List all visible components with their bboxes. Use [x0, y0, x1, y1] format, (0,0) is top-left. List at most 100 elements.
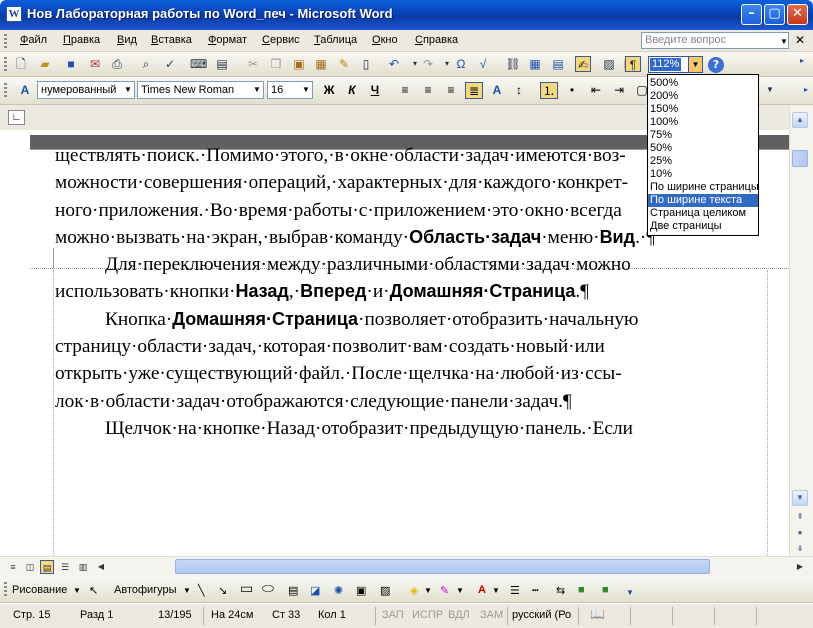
symbol-omega-icon[interactable]: Ω [453, 56, 469, 72]
word-app-icon[interactable]: W [6, 6, 22, 22]
decrease-indent-icon[interactable]: ⇤ [587, 82, 605, 99]
horizontal-scroll-thumb[interactable] [175, 559, 710, 574]
menu-view[interactable]: Вид [117, 34, 137, 46]
permission-icon[interactable]: ✉ [87, 56, 103, 72]
formatting-toolbar-grip[interactable] [4, 83, 7, 99]
zoom-value[interactable]: 112% [650, 58, 682, 71]
select-browse-object-icon[interactable]: ● [792, 526, 808, 542]
show-hide-pilcrow-icon[interactable]: ¶ [625, 56, 641, 72]
spelling-icon[interactable]: ✓ [162, 56, 178, 72]
menu-tools[interactable]: Сервис [262, 34, 300, 46]
font-color-arrow-icon[interactable]: ▼ [492, 586, 500, 595]
wordart-icon[interactable]: ◪ [310, 584, 320, 597]
maximize-button[interactable]: ▢ [764, 4, 785, 25]
text-box-icon[interactable]: ▤ [288, 584, 298, 597]
ask-dropdown-icon[interactable]: ▼ [780, 37, 788, 46]
font-size-dropdown-icon[interactable]: ▼ [300, 82, 312, 98]
close-button[interactable]: ✕ [787, 4, 808, 25]
font-size-combo[interactable]: 16 ▼ [267, 81, 313, 99]
rectangle-icon[interactable]: ▭ [240, 580, 253, 597]
vertical-scroll-thumb[interactable] [792, 150, 808, 167]
zoom-option[interactable]: По ширине страницы [648, 181, 759, 194]
tab-selector-icon[interactable]: ∟ [8, 110, 25, 125]
save-icon[interactable]: ■ [63, 56, 79, 72]
align-left-icon[interactable]: ≡ [396, 82, 414, 99]
zoom-option[interactable]: 10% [648, 168, 758, 181]
copy-icon[interactable]: ❐ [268, 56, 284, 72]
hyperlink-icon[interactable]: ⛓ [505, 56, 521, 72]
text-line[interactable]: Щелчок·на·кнопке·Назад·отобразит·предыду… [55, 415, 773, 442]
format-painter-icon[interactable]: ✎ [336, 56, 352, 72]
vertical-scrollbar[interactable] [789, 105, 813, 556]
line-color-arrow-icon[interactable]: ▼ [456, 586, 464, 595]
shapes-icon[interactable]: ▯ [358, 56, 374, 72]
spelling-status-icon[interactable]: 📖 [590, 607, 605, 621]
zoom-option[interactable]: 500% [648, 77, 758, 90]
diagram-icon[interactable]: ✺ [334, 584, 343, 597]
font-color-icon[interactable]: A [478, 584, 486, 596]
line-icon[interactable]: ╲ [198, 584, 205, 597]
line-color-icon[interactable]: ✎ [440, 584, 449, 597]
style-combo[interactable]: нумерованный ▼ [37, 81, 135, 99]
menu-edit[interactable]: Правка [63, 34, 100, 46]
styles-formatting-icon[interactable]: A [17, 82, 33, 98]
drawing-options-icon[interactable]: ▼ [626, 588, 634, 597]
fill-color-arrow-icon[interactable]: ▼ [424, 586, 432, 595]
research-icon[interactable]: ⌨ [190, 56, 207, 72]
scroll-up-icon[interactable]: ▲ [792, 112, 808, 128]
normal-view-icon[interactable]: ≡ [6, 560, 20, 574]
text-line[interactable]: использовать·кнопки·Назад,·Вперед·и·Дома… [55, 278, 773, 305]
menu-insert[interactable]: Вставка [151, 34, 192, 46]
zoom-dropdown-arrow-icon[interactable]: ▼ [688, 57, 702, 72]
outline-view-icon[interactable]: ☰ [58, 560, 72, 574]
increase-indent-icon[interactable]: ⇥ [610, 82, 628, 99]
zoom-option[interactable]: 200% [648, 90, 758, 103]
ask-question-input[interactable]: Введите вопрос [641, 32, 789, 49]
standard-toolbar-grip[interactable] [4, 57, 7, 72]
line-style-icon[interactable]: ☰ [510, 584, 520, 597]
menu-help[interactable]: Справка [415, 34, 458, 46]
close-document-button[interactable]: ✕ [795, 33, 805, 47]
zoom-option[interactable]: Две страницы [648, 220, 758, 233]
drawing-menu[interactable]: Рисование [12, 584, 67, 596]
text-line[interactable]: Кнопка·Домашняя·Страница·позволяет·отобр… [55, 306, 773, 333]
help-icon[interactable]: ? [708, 57, 724, 73]
menu-format[interactable]: Формат [208, 34, 247, 46]
menu-table[interactable]: Таблица [314, 34, 357, 46]
distributed-icon[interactable]: A [488, 82, 506, 99]
zoom-option[interactable]: 150% [648, 103, 758, 116]
scroll-left-icon[interactable]: ◀ [94, 560, 108, 574]
document-map-icon[interactable]: ▨ [601, 56, 617, 72]
print-layout-icon[interactable]: ▤ [40, 560, 54, 574]
zoom-option[interactable]: 50% [648, 142, 758, 155]
text-line[interactable]: Для·переключения·между·различными·област… [55, 251, 773, 278]
web-view-icon[interactable]: ◫ [23, 560, 37, 574]
justify-icon[interactable]: ≣ [465, 82, 483, 99]
align-center-icon[interactable]: ≡ [419, 82, 437, 99]
arrow-icon[interactable]: ↘ [218, 584, 227, 597]
picture-icon[interactable]: ▨ [380, 584, 390, 597]
status-record-macro[interactable]: ЗАП [382, 609, 404, 621]
equation-icon[interactable]: √ [475, 56, 491, 72]
redo-icon[interactable]: ↷ [420, 56, 436, 72]
bold-button[interactable]: Ж [320, 82, 338, 99]
zoom-option[interactable]: Страница целиком [648, 207, 758, 220]
status-overtype[interactable]: ЗАМ [480, 609, 503, 621]
bullets-icon[interactable]: • [563, 82, 581, 99]
zoom-option[interactable]: 100% [648, 116, 758, 129]
zoom-dropdown-list[interactable]: 500% 200% 150% 100% 75% 50% 25% 10% По ширине ст… [647, 74, 759, 236]
cut-icon[interactable]: ✂ [245, 56, 261, 72]
menu-file[interactable]: Файл [20, 34, 47, 46]
print-preview-icon[interactable]: ⌕ [138, 56, 154, 72]
paste-icon[interactable]: ▣ [291, 56, 307, 72]
autoshapes-arrow-icon[interactable]: ▼ [183, 586, 191, 595]
menu-window[interactable]: Окно [372, 34, 398, 46]
status-track-changes[interactable]: ИСПР [412, 609, 443, 621]
scroll-down-icon[interactable]: ▼ [792, 490, 808, 506]
undo-icon[interactable]: ↶ [386, 56, 402, 72]
zoom-option[interactable]: По ширине текста [648, 194, 758, 207]
tables-borders-icon[interactable]: ▦ [527, 56, 543, 72]
line-spacing-icon[interactable]: ↕ [510, 82, 528, 99]
new-document-icon[interactable]: 🗋 [13, 56, 29, 72]
insert-table-icon[interactable]: ▤ [550, 56, 566, 72]
